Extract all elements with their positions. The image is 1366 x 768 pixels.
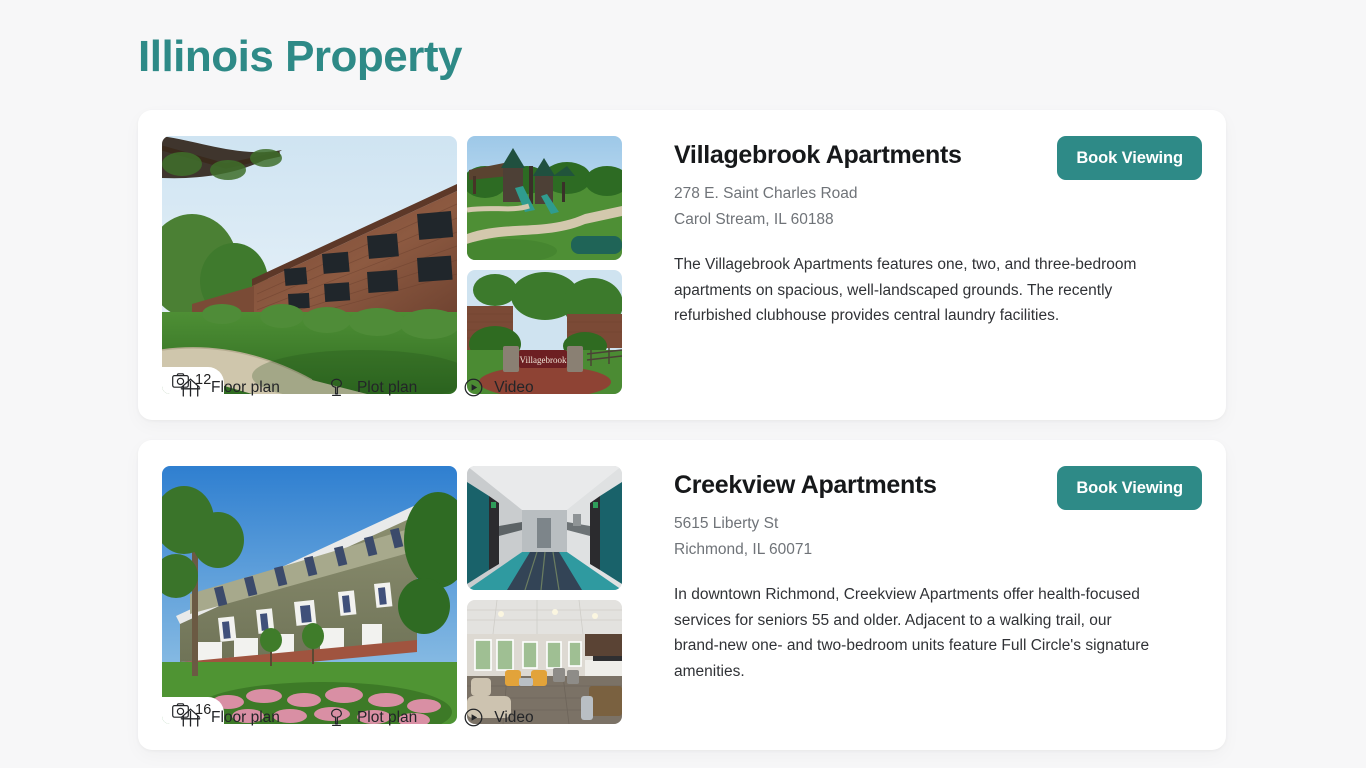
thumbnail-1[interactable]	[467, 466, 622, 590]
property-card[interactable]: 16 Creekview Apartments 5615 Liberty St …	[138, 440, 1226, 750]
thumbnail-list	[467, 466, 622, 724]
property-address: 5615 Liberty St Richmond, IL 60071	[674, 511, 1202, 562]
thumbnail-list: Villagebrook	[467, 136, 622, 394]
lounge-photo	[467, 600, 622, 724]
entrance-sign-photo: Villagebrook	[467, 270, 622, 394]
floor-plan-icon	[180, 378, 201, 397]
property-card[interactable]: 12 Villagebrook Villagebrook Apartments …	[138, 110, 1226, 420]
property-listing-page: Illinois Property 12 Villagebrook Villag…	[0, 0, 1366, 768]
thumbnail-2[interactable]: Villagebrook	[467, 270, 622, 394]
property-description: In downtown Richmond, Creekview Apartmen…	[674, 586, 1150, 680]
address-line-1: 5615 Liberty St	[674, 515, 779, 532]
thumbnail-1[interactable]	[467, 136, 622, 260]
property-actions: Floor plan Plot plan Video	[180, 377, 534, 398]
video-link[interactable]: Video	[463, 377, 534, 398]
page-title: Illinois Property	[138, 32, 463, 81]
video-link[interactable]: Video	[463, 707, 534, 728]
property-details: Villagebrook Apartments 278 E. Saint Cha…	[632, 136, 1202, 394]
property-card-inner: 16 Creekview Apartments 5615 Liberty St …	[138, 440, 1226, 750]
thumbnail-2[interactable]	[467, 600, 622, 724]
floor-plan-link[interactable]: Floor plan	[180, 377, 280, 398]
main-photo[interactable]: 12	[162, 136, 457, 394]
address-line-1: 278 E. Saint Charles Road	[674, 185, 858, 202]
playground-photo	[467, 136, 622, 260]
book-viewing-button[interactable]: Book Viewing	[1057, 136, 1202, 181]
play-circle-icon	[464, 708, 483, 727]
floor-plan-label: Floor plan	[211, 708, 280, 726]
plot-plan-link[interactable]: Plot plan	[326, 707, 417, 728]
tree-icon	[330, 708, 342, 727]
video-label: Video	[494, 708, 534, 726]
property-details: Creekview Apartments 5615 Liberty St Ric…	[632, 466, 1202, 724]
property-gallery: 16	[162, 466, 622, 724]
property-card-inner: 12 Villagebrook Villagebrook Apartments …	[138, 110, 1226, 420]
property-gallery: 12 Villagebrook	[162, 136, 622, 394]
address-line-2: Richmond, IL 60071	[674, 540, 813, 558]
svg-text:Villagebrook: Villagebrook	[520, 355, 567, 365]
floor-plan-link[interactable]: Floor plan	[180, 707, 280, 728]
villagebrook-exterior-photo	[162, 136, 457, 394]
tree-icon	[330, 378, 342, 397]
floor-plan-icon	[180, 708, 201, 727]
creekview-exterior-photo	[162, 466, 457, 724]
play-circle-icon	[464, 378, 483, 397]
book-viewing-button[interactable]: Book Viewing	[1057, 466, 1202, 511]
floor-plan-label: Floor plan	[211, 378, 280, 396]
plot-plan-label: Plot plan	[356, 708, 418, 726]
property-address: 278 E. Saint Charles Road Carol Stream, …	[674, 181, 1202, 232]
corridor-photo	[467, 466, 622, 590]
property-description: The Villagebrook Apartments features one…	[674, 256, 1137, 325]
address-line-2: Carol Stream, IL 60188	[674, 210, 834, 228]
video-label: Video	[494, 378, 534, 396]
plot-plan-link[interactable]: Plot plan	[326, 377, 417, 398]
plot-plan-label: Plot plan	[356, 378, 418, 396]
property-actions: Floor plan Plot plan Video	[180, 707, 534, 728]
main-photo[interactable]: 16	[162, 466, 457, 724]
